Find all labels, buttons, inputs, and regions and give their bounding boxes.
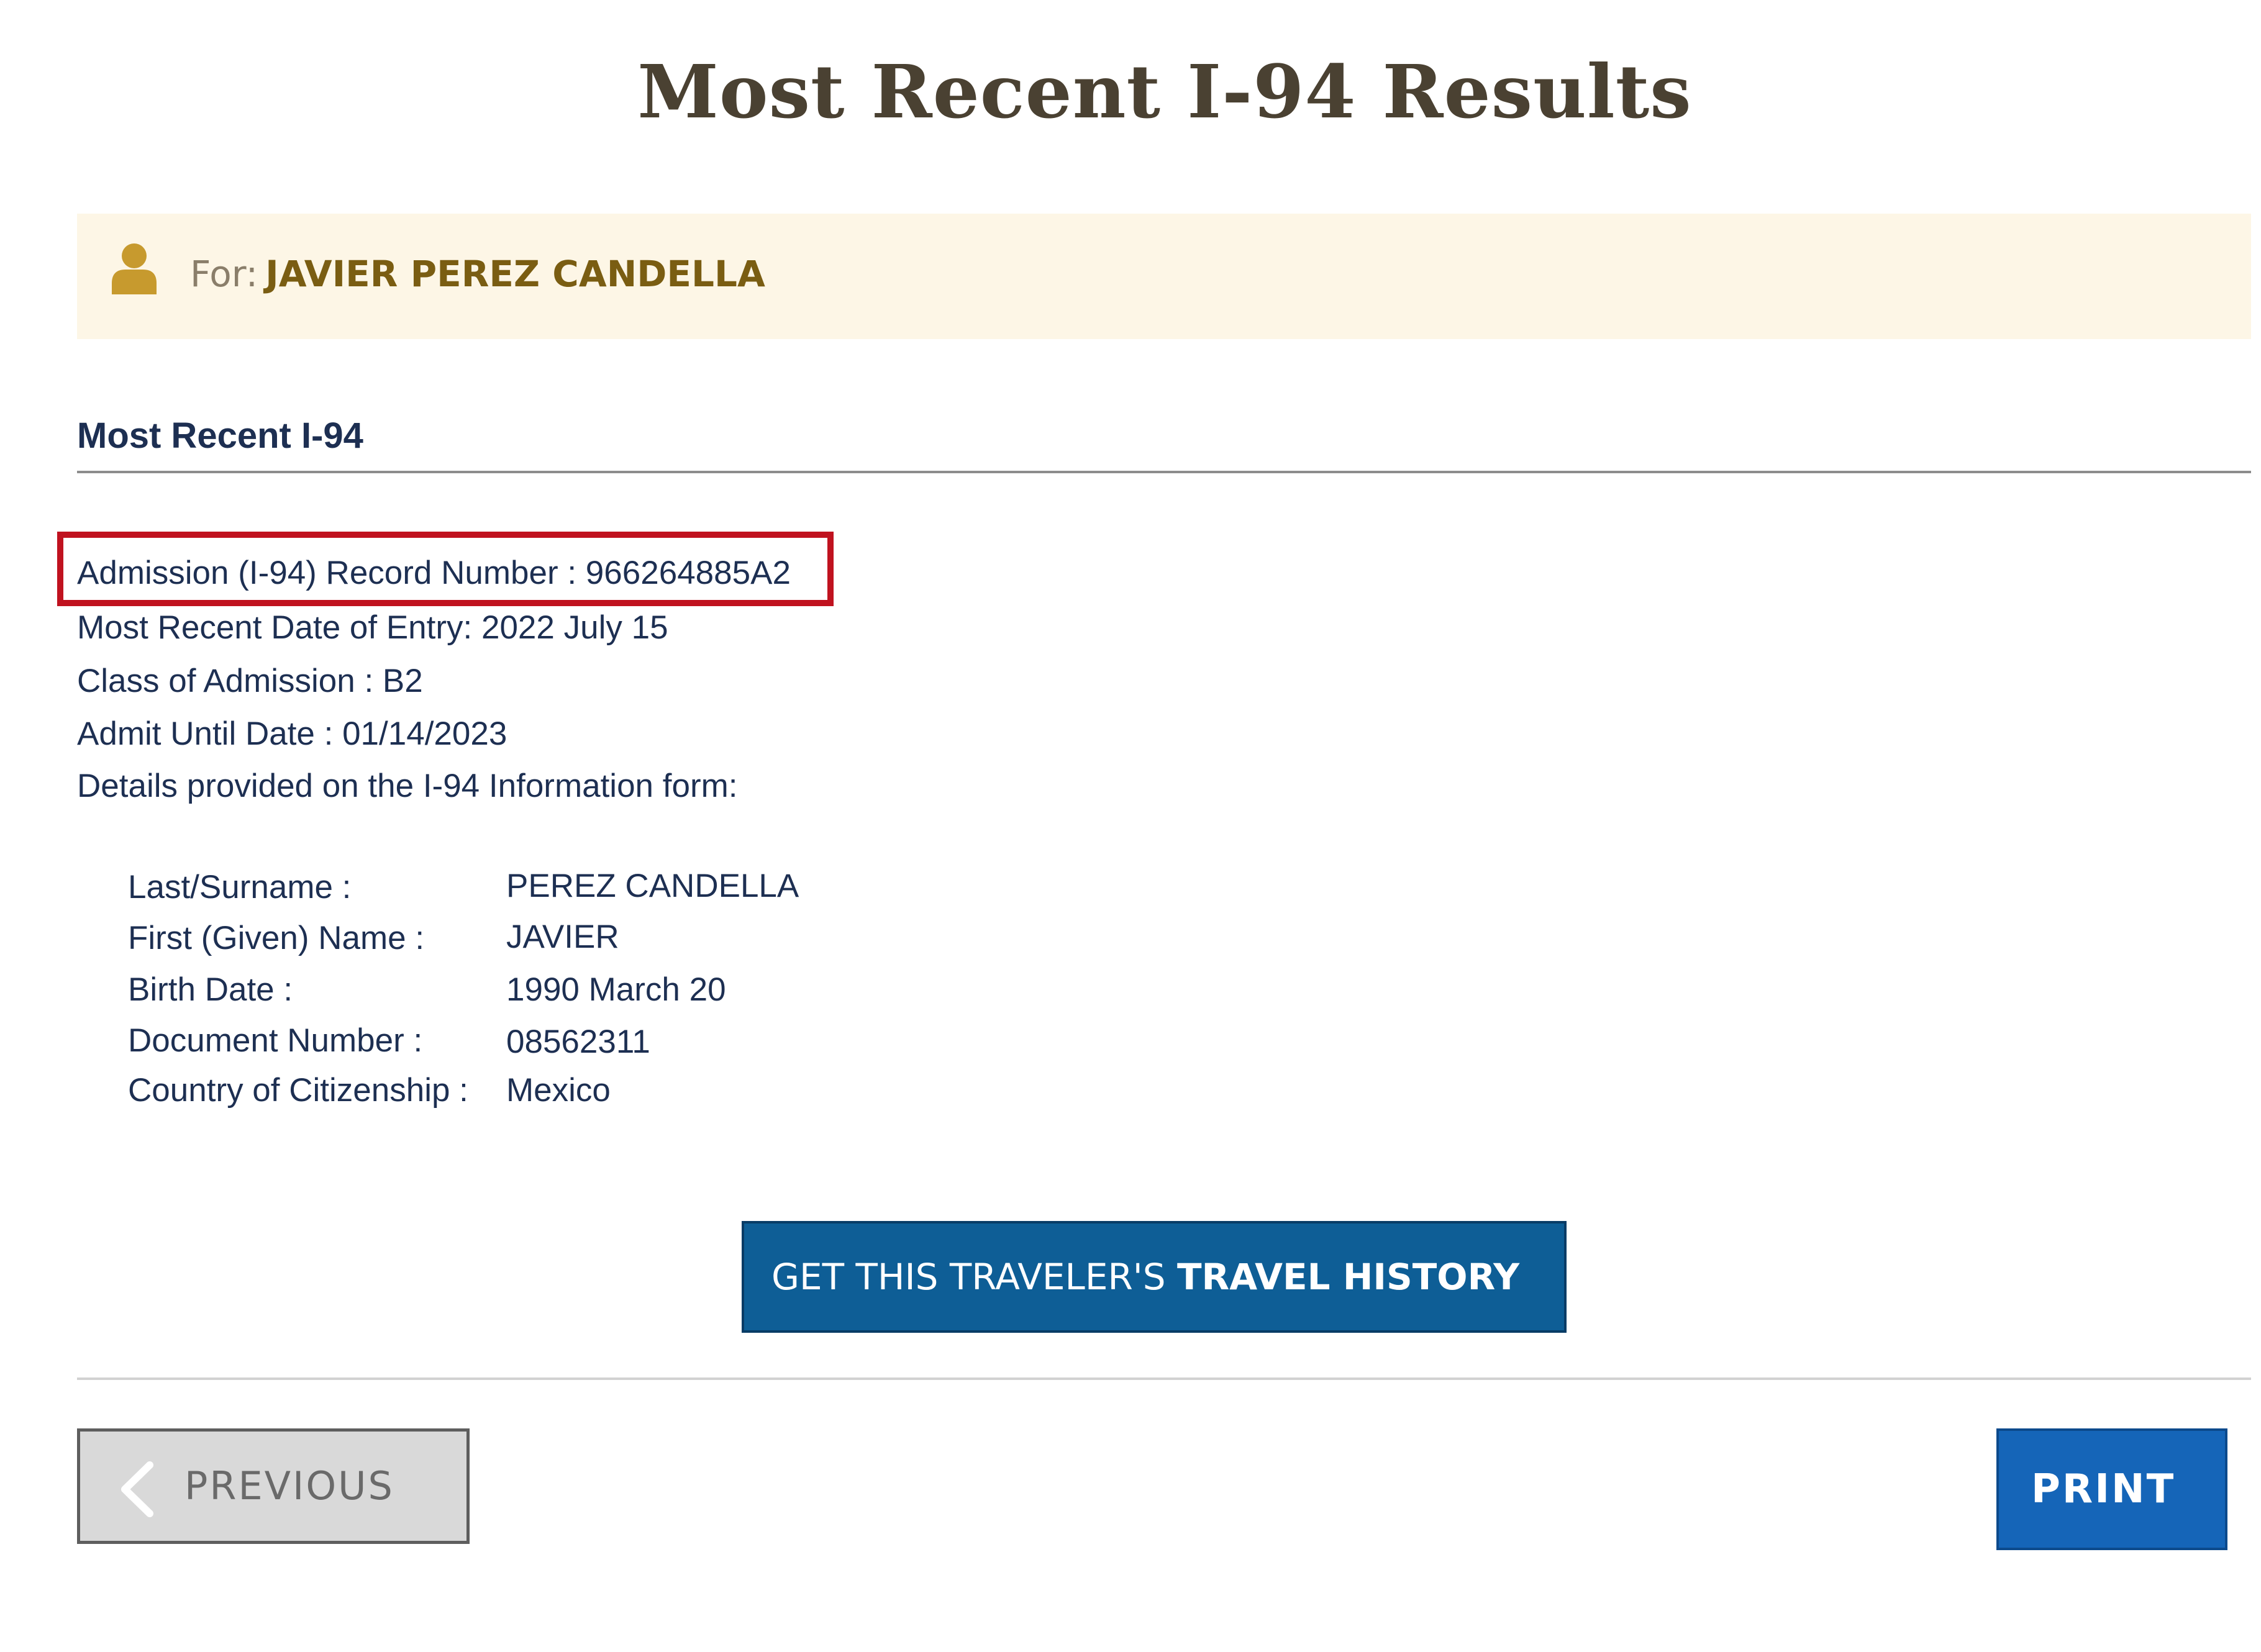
traveler-banner: For: JAVIER PEREZ CANDELLA	[77, 214, 2251, 339]
chevron-left-icon	[121, 1461, 153, 1517]
previous-button-label: PREVIOUS	[184, 1463, 394, 1509]
traveler-for-text: For: JAVIER PEREZ CANDELLA	[190, 252, 765, 296]
travel-history-button[interactable]: GET THIS TRAVELER'S TRAVEL HISTORY	[742, 1221, 1567, 1333]
detail-value-document-number: 08562311	[506, 1023, 650, 1060]
detail-value-given-name: JAVIER	[506, 919, 619, 955]
detail-label-citizenship: Country of Citizenship :	[128, 1072, 468, 1109]
traveler-name: JAVIER PEREZ CANDELLA	[265, 253, 765, 295]
person-icon	[112, 243, 157, 294]
footer-divider	[77, 1377, 2251, 1380]
travel-history-button-prefix: GET THIS TRAVELER'S	[771, 1256, 1166, 1298]
page-title: Most Recent I-94 Results	[637, 48, 1692, 135]
previous-button[interactable]: PREVIOUS	[77, 1428, 470, 1544]
section-divider	[77, 471, 2251, 473]
for-label: For:	[190, 253, 258, 295]
class-of-admission-line: Class of Admission : B2	[77, 663, 423, 699]
details-intro-line: Details provided on the I-94 Information…	[77, 768, 738, 804]
section-heading: Most Recent I-94	[77, 415, 363, 456]
entry-date-line: Most Recent Date of Entry: 2022 July 15	[77, 609, 668, 646]
detail-label-given-name: First (Given) Name :	[128, 920, 425, 956]
travel-history-button-bold: TRAVEL HISTORY	[1176, 1256, 1520, 1298]
detail-label-document-number: Document Number :	[128, 1022, 423, 1059]
detail-label-surname: Last/Surname :	[128, 869, 352, 905]
print-button[interactable]: PRINT	[1996, 1428, 2227, 1550]
detail-label-birth-date: Birth Date :	[128, 971, 293, 1008]
admit-until-line: Admit Until Date : 01/14/2023	[77, 715, 507, 752]
detail-value-birth-date: 1990 March 20	[506, 971, 726, 1008]
detail-value-surname: PEREZ CANDELLA	[506, 868, 799, 904]
record-number-line: Admission (I-94) Record Number : 9662648…	[77, 555, 791, 591]
detail-value-citizenship: Mexico	[506, 1072, 611, 1109]
